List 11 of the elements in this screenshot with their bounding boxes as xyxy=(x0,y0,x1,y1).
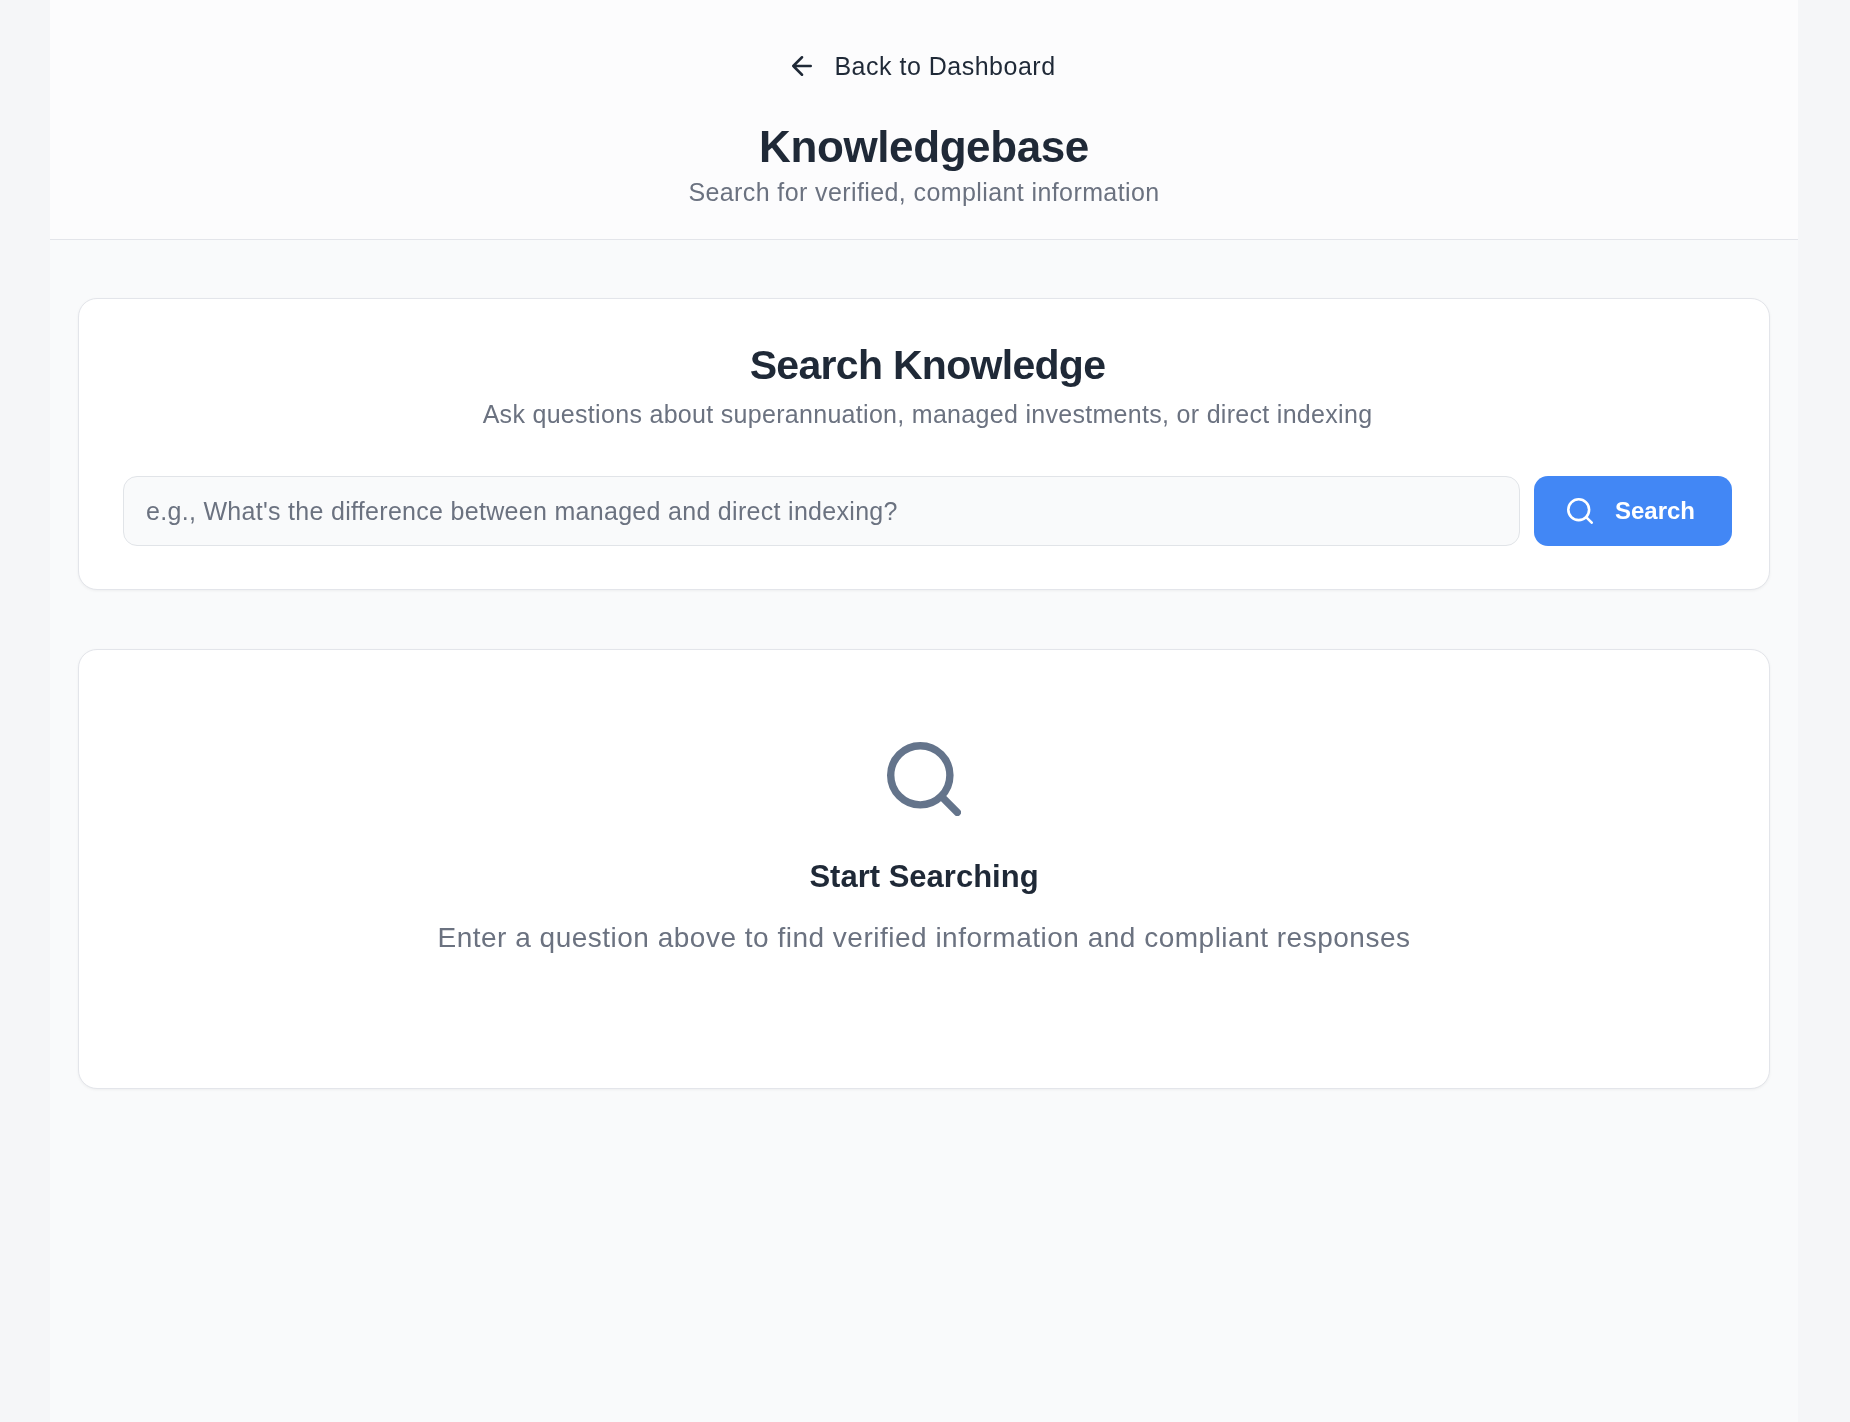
empty-state-message: Enter a question above to find verified information and compliant responses xyxy=(437,921,1411,955)
card-title: Search Knowledge xyxy=(749,341,1106,390)
back-link[interactable]: Back to Dashboard xyxy=(792,51,1056,81)
search-icon xyxy=(1566,498,1593,524)
page-subtitle: Search for verified, compliant information xyxy=(688,177,1160,207)
page-title: Knowledgebase xyxy=(759,121,1089,173)
search-icon xyxy=(887,742,961,816)
card-subtitle: Ask questions about superannuation, managed investments, or direct indexing xyxy=(482,399,1373,429)
search-field[interactable]: e.g., What's the difference between managed and direct indexing? xyxy=(123,476,1520,546)
empty-state-title: Start Searching xyxy=(809,858,1039,896)
arrow-left-icon xyxy=(792,56,813,76)
